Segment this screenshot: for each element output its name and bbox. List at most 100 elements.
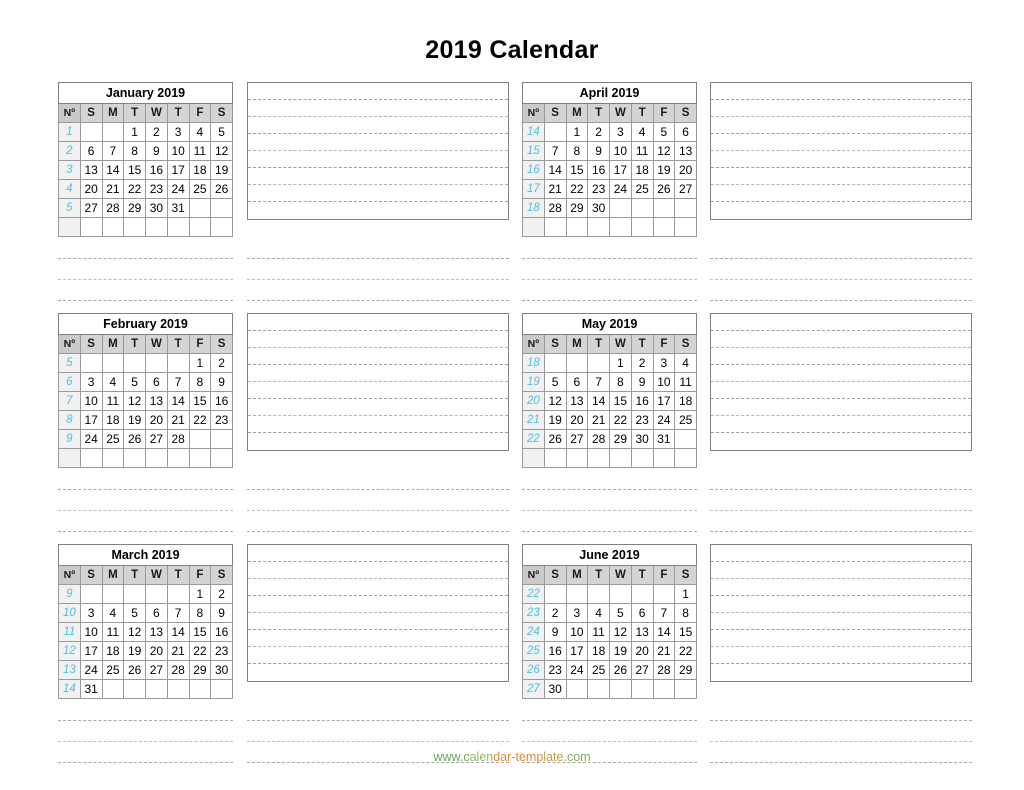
day-cell[interactable]: 30: [630, 429, 654, 449]
note-line[interactable]: [248, 399, 508, 416]
day-cell[interactable]: 31: [79, 679, 103, 699]
note-line[interactable]: [248, 314, 508, 331]
day-cell[interactable]: 27: [145, 660, 168, 680]
day-cell[interactable]: 30: [587, 198, 610, 218]
day-cell[interactable]: 28: [166, 429, 190, 449]
day-cell[interactable]: 4: [188, 122, 212, 142]
day-cell[interactable]: 10: [79, 622, 103, 642]
note-line[interactable]: [248, 664, 508, 681]
note-line[interactable]: [711, 365, 971, 382]
day-cell[interactable]: 22: [188, 410, 212, 430]
notes-box[interactable]: [247, 544, 509, 682]
day-cell[interactable]: 7: [587, 372, 610, 392]
note-line[interactable]: [711, 168, 971, 185]
note-line[interactable]: [248, 630, 508, 647]
notes-block-may[interactable]: [710, 313, 972, 468]
note-line[interactable]: [248, 134, 508, 151]
day-cell[interactable]: 22: [123, 179, 146, 199]
day-cell[interactable]: 11: [188, 141, 212, 161]
day-cell[interactable]: 14: [166, 391, 190, 411]
day-cell[interactable]: 13: [630, 622, 654, 642]
rule-line[interactable]: [58, 721, 233, 742]
day-cell[interactable]: 9: [587, 141, 610, 161]
notes-block-february[interactable]: [247, 313, 509, 468]
note-line[interactable]: [711, 382, 971, 399]
day-cell[interactable]: 8: [123, 141, 146, 161]
footer-link[interactable]: www.calendar-template.com: [433, 750, 590, 764]
day-cell[interactable]: 20: [630, 641, 654, 661]
day-cell[interactable]: 20: [674, 160, 697, 180]
rule-line[interactable]: [58, 280, 233, 301]
day-cell[interactable]: 17: [609, 160, 632, 180]
note-line[interactable]: [248, 168, 508, 185]
rule-line[interactable]: [522, 251, 697, 259]
day-cell[interactable]: 10: [652, 372, 676, 392]
day-cell[interactable]: 8: [609, 372, 632, 392]
day-cell[interactable]: 30: [145, 198, 168, 218]
day-cell[interactable]: 12: [609, 622, 632, 642]
day-cell[interactable]: 20: [145, 410, 168, 430]
day-cell[interactable]: 28: [166, 660, 190, 680]
day-cell[interactable]: 9: [145, 141, 168, 161]
note-line[interactable]: [711, 134, 971, 151]
day-cell[interactable]: 7: [166, 603, 190, 623]
day-cell[interactable]: 12: [543, 391, 567, 411]
day-cell[interactable]: 19: [543, 410, 567, 430]
day-cell[interactable]: 17: [79, 641, 103, 661]
note-line[interactable]: [248, 202, 508, 219]
day-cell[interactable]: 26: [652, 179, 676, 199]
day-cell[interactable]: 15: [123, 160, 146, 180]
day-cell[interactable]: 4: [630, 122, 654, 142]
day-cell[interactable]: 18: [101, 410, 125, 430]
day-cell[interactable]: 3: [166, 122, 190, 142]
day-cell[interactable]: 1: [123, 122, 146, 142]
note-line[interactable]: [248, 331, 508, 348]
rule-line[interactable]: [522, 482, 697, 490]
note-line[interactable]: [711, 399, 971, 416]
day-cell[interactable]: 5: [123, 372, 146, 392]
note-line[interactable]: [248, 416, 508, 433]
rule-line[interactable]: [58, 511, 233, 532]
day-cell[interactable]: 3: [79, 603, 103, 623]
rule-line[interactable]: [710, 280, 972, 301]
day-cell[interactable]: 14: [587, 391, 610, 411]
day-cell[interactable]: 6: [145, 372, 168, 392]
day-cell[interactable]: 25: [188, 179, 212, 199]
day-cell[interactable]: 15: [188, 622, 212, 642]
note-line[interactable]: [711, 630, 971, 647]
day-cell[interactable]: 4: [101, 603, 125, 623]
day-cell[interactable]: 3: [565, 603, 589, 623]
day-cell[interactable]: 3: [652, 353, 676, 373]
day-cell[interactable]: 17: [79, 410, 103, 430]
notes-box[interactable]: [247, 313, 509, 451]
rule-line[interactable]: [247, 280, 509, 301]
day-cell[interactable]: 27: [145, 429, 168, 449]
day-cell[interactable]: 1: [609, 353, 632, 373]
day-cell[interactable]: 1: [188, 353, 212, 373]
day-cell[interactable]: 11: [101, 391, 125, 411]
day-cell[interactable]: 11: [101, 622, 125, 642]
day-cell[interactable]: 24: [565, 660, 589, 680]
day-cell[interactable]: 21: [543, 179, 567, 199]
rule-line[interactable]: [710, 511, 972, 532]
day-cell[interactable]: 28: [101, 198, 125, 218]
day-cell[interactable]: 28: [652, 660, 676, 680]
day-cell[interactable]: 18: [188, 160, 212, 180]
note-line[interactable]: [248, 613, 508, 630]
day-cell[interactable]: 25: [587, 660, 610, 680]
day-cell[interactable]: 28: [543, 198, 567, 218]
day-cell[interactable]: 7: [652, 603, 676, 623]
day-cell[interactable]: 5: [123, 603, 146, 623]
note-line[interactable]: [711, 331, 971, 348]
notes-block-april[interactable]: [710, 82, 972, 237]
day-cell[interactable]: 16: [630, 391, 654, 411]
note-line[interactable]: [711, 202, 971, 219]
day-cell[interactable]: 31: [166, 198, 190, 218]
day-cell[interactable]: 29: [565, 198, 589, 218]
day-cell[interactable]: 13: [565, 391, 589, 411]
rule-line[interactable]: [58, 713, 233, 721]
day-cell[interactable]: 17: [652, 391, 676, 411]
rule-line[interactable]: [710, 251, 972, 259]
note-line[interactable]: [248, 348, 508, 365]
day-cell[interactable]: 21: [652, 641, 676, 661]
